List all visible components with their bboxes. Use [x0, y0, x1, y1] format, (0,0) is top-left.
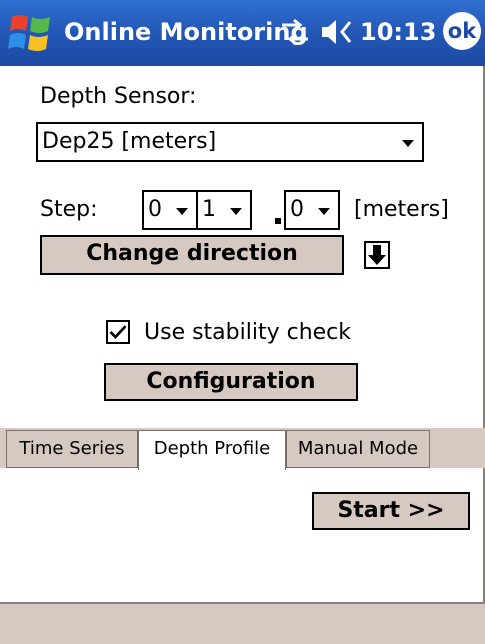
tab-time-series[interactable]: Time Series	[6, 430, 138, 468]
step-label: Step:	[40, 197, 98, 222]
ok-button[interactable]: ok	[443, 12, 481, 50]
depth-sensor-select[interactable]: Dep25 [meters]	[36, 122, 424, 162]
step-digit2-select[interactable]: 1	[196, 190, 252, 230]
chevron-down-icon	[402, 140, 414, 147]
chevron-down-icon	[318, 208, 330, 215]
tab-depth-profile[interactable]: Depth Profile	[138, 430, 286, 470]
chevron-down-icon	[176, 208, 188, 215]
step-unit: [meters]	[354, 197, 449, 222]
clock[interactable]: 10:13	[360, 18, 436, 46]
arrow-down-icon	[364, 241, 390, 269]
start-button[interactable]: Start >>	[312, 492, 470, 530]
configuration-button[interactable]: Configuration	[104, 363, 358, 401]
change-direction-button[interactable]: Change direction	[40, 235, 344, 275]
step-digit1-select[interactable]: 0	[142, 190, 198, 230]
depth-sensor-value: Dep25 [meters]	[42, 129, 217, 154]
tab-manual-mode[interactable]: Manual Mode	[286, 430, 430, 468]
stability-label: Use stability check	[144, 320, 352, 345]
volume-icon[interactable]	[320, 16, 356, 48]
step-decimal-select[interactable]: 0	[284, 190, 340, 230]
stability-checkbox[interactable]	[106, 320, 130, 344]
connection-sync-icon[interactable]	[278, 17, 312, 47]
decimal-point	[275, 218, 281, 224]
app-title: Online Monitoring	[64, 18, 308, 46]
step-digit1-value: 0	[148, 197, 162, 222]
menu-bar	[0, 602, 485, 644]
depth-sensor-label: Depth Sensor:	[40, 84, 197, 109]
step-decimal-value: 0	[290, 197, 304, 222]
windows-start-icon[interactable]	[6, 11, 54, 55]
checkmark-icon	[109, 325, 127, 339]
chevron-down-icon	[230, 208, 242, 215]
title-bar: Online Monitoring 10:13 ok	[0, 0, 485, 66]
step-digit2-value: 1	[202, 197, 216, 222]
